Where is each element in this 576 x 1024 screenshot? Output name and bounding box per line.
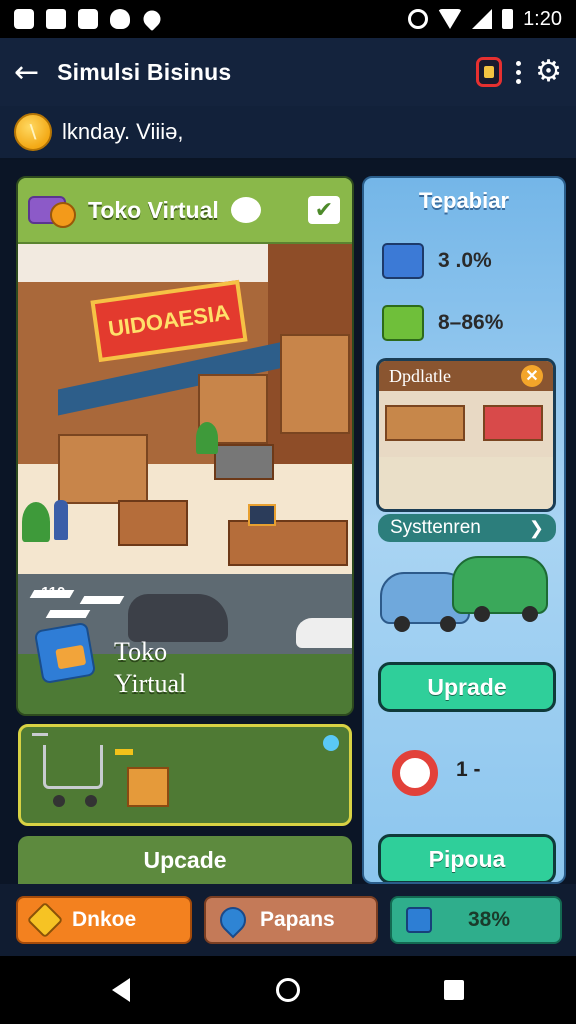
wall-shelf: [280, 334, 350, 434]
stat-value-cash: 8–86%: [438, 311, 504, 334]
car-tyre: [394, 616, 410, 632]
checkout-counter: [228, 520, 348, 566]
box-icon: [406, 907, 432, 933]
store-check-toggle[interactable]: ✔: [308, 196, 340, 224]
store-card[interactable]: Toko Virtual ✔ UIDOAESIA ‹ 110 Toko Yirt…: [16, 176, 354, 716]
timer-icon: [392, 750, 438, 796]
monitor-icon: [248, 504, 276, 526]
package-box-icon: [127, 767, 169, 807]
action-button-dnkoe[interactable]: Dnkoe: [16, 896, 192, 944]
street-label: ‹ 110: [32, 584, 66, 601]
store-footer-line1: Toko: [114, 637, 168, 666]
upgrade-button-left[interactable]: Upcade: [18, 836, 352, 884]
action-label-dnkoe: Dnkoe: [72, 908, 137, 931]
cash-stat-icon: [382, 305, 424, 341]
green-car-illustration: [452, 556, 548, 614]
location-pin-icon: [214, 901, 252, 939]
status-bar: 1:20: [0, 0, 576, 38]
system-nav-bar: [0, 956, 576, 1024]
system-button[interactable]: Systtenren ❯: [378, 514, 556, 542]
customer-figure: [54, 500, 68, 540]
cart-wheel: [53, 795, 65, 807]
update-preview-card[interactable]: Dpdlatle ✕: [376, 358, 556, 512]
page-title: Simulsi Bisinus: [57, 58, 232, 85]
arrow-right-icon: [115, 749, 133, 755]
cart-panel[interactable]: [18, 724, 352, 826]
shopping-cart-icon: [32, 733, 103, 789]
crosswalk-stripe: [45, 610, 91, 618]
action-button-progress[interactable]: 38%: [390, 896, 562, 944]
action-button-papans[interactable]: Papans: [204, 896, 378, 944]
alarm-icon: [408, 9, 429, 29]
nav-back-icon[interactable]: [112, 978, 130, 1002]
close-icon[interactable]: ✕: [521, 365, 543, 387]
speech-bubble-icon: [230, 197, 261, 223]
currency-bar: ⧵ lknday. Viiiə,: [0, 106, 576, 160]
wallet-badge-icon: [28, 188, 80, 232]
mini-sign-wall: [483, 405, 543, 441]
stat-row-shop: 3 .0%: [382, 236, 562, 286]
display-counter: [118, 500, 188, 546]
more-vert-icon[interactable]: [516, 60, 522, 84]
action-bar: Dnkoe Papans 38%: [0, 884, 576, 956]
store-footer-label: Toko Yirtual: [114, 636, 186, 700]
small-plant-icon: [196, 422, 218, 454]
chat-notification-icon: [110, 9, 130, 29]
cart-wheel: [85, 795, 97, 807]
shop-stat-icon: [382, 243, 424, 279]
action-label-progress: 38%: [468, 908, 511, 931]
wifi-icon: [438, 9, 463, 29]
signal-icon: [472, 9, 493, 29]
plant-icon: [22, 502, 50, 542]
store-footer-line2: Yirtual: [114, 669, 187, 698]
store-title: Toko Virtual: [88, 196, 219, 223]
nav-recents-icon[interactable]: [444, 980, 464, 1000]
timer-value: 1 -: [456, 758, 481, 781]
battery-icon: [502, 9, 514, 29]
alert-badge-icon[interactable]: [476, 57, 503, 87]
stat-row-cash: 8–86%: [382, 298, 562, 348]
stats-panel: Tepabiar 3 .0% 8–86% Dpdlatle ✕ Systtenr…: [362, 176, 566, 884]
gear-icon[interactable]: ⚙: [535, 57, 562, 87]
car-tyre: [474, 606, 490, 622]
mini-shelf: [385, 405, 465, 441]
crosswalk-stripe: [79, 596, 125, 604]
currency-text: lknday. Viiiə,: [62, 119, 184, 144]
chevron-right-icon: ❯: [528, 517, 544, 538]
store-scene-illustration: UIDOAESIA ‹ 110: [18, 244, 352, 654]
mini-floor: [379, 457, 553, 509]
upgrade-button-right[interactable]: Uprade: [378, 662, 556, 712]
info-icon[interactable]: [323, 735, 339, 751]
nav-home-icon[interactable]: [276, 978, 300, 1002]
left-shelf: [58, 434, 148, 504]
update-card-title: Dpdlatle: [389, 365, 451, 386]
arrow-left-icon[interactable]: ←: [14, 55, 39, 90]
update-card-header: Dpdlatle ✕: [379, 361, 553, 391]
coin-icon: ⧵: [14, 113, 52, 151]
car-tyre: [440, 616, 456, 632]
leaf-notification-icon: [139, 6, 165, 32]
parked-car: [128, 594, 228, 642]
stats-panel-title: Tepabiar: [418, 188, 510, 213]
diamond-icon: [26, 901, 64, 939]
pipoua-button[interactable]: Pipoua: [378, 834, 556, 882]
system-button-label: Systtenren: [390, 517, 481, 538]
status-time: 1:20: [523, 7, 562, 30]
app-notification-icon: [46, 9, 66, 29]
store-card-footer: Toko Yirtual: [18, 621, 352, 714]
photo-notification-icon: [78, 9, 98, 29]
stat-value-shop: 3 .0%: [438, 249, 492, 272]
status-notification-icons: [14, 6, 165, 32]
notification-icon: [14, 9, 34, 29]
parked-car-white: [296, 618, 352, 648]
folder-icon: [33, 621, 97, 685]
cash-register: [214, 444, 274, 480]
store-card-header: Toko Virtual ✔: [18, 178, 352, 244]
car-tyre: [522, 606, 538, 622]
action-label-papans: Papans: [260, 908, 335, 931]
app-bar: ← Simulsi Bisinus ⚙: [0, 38, 576, 106]
